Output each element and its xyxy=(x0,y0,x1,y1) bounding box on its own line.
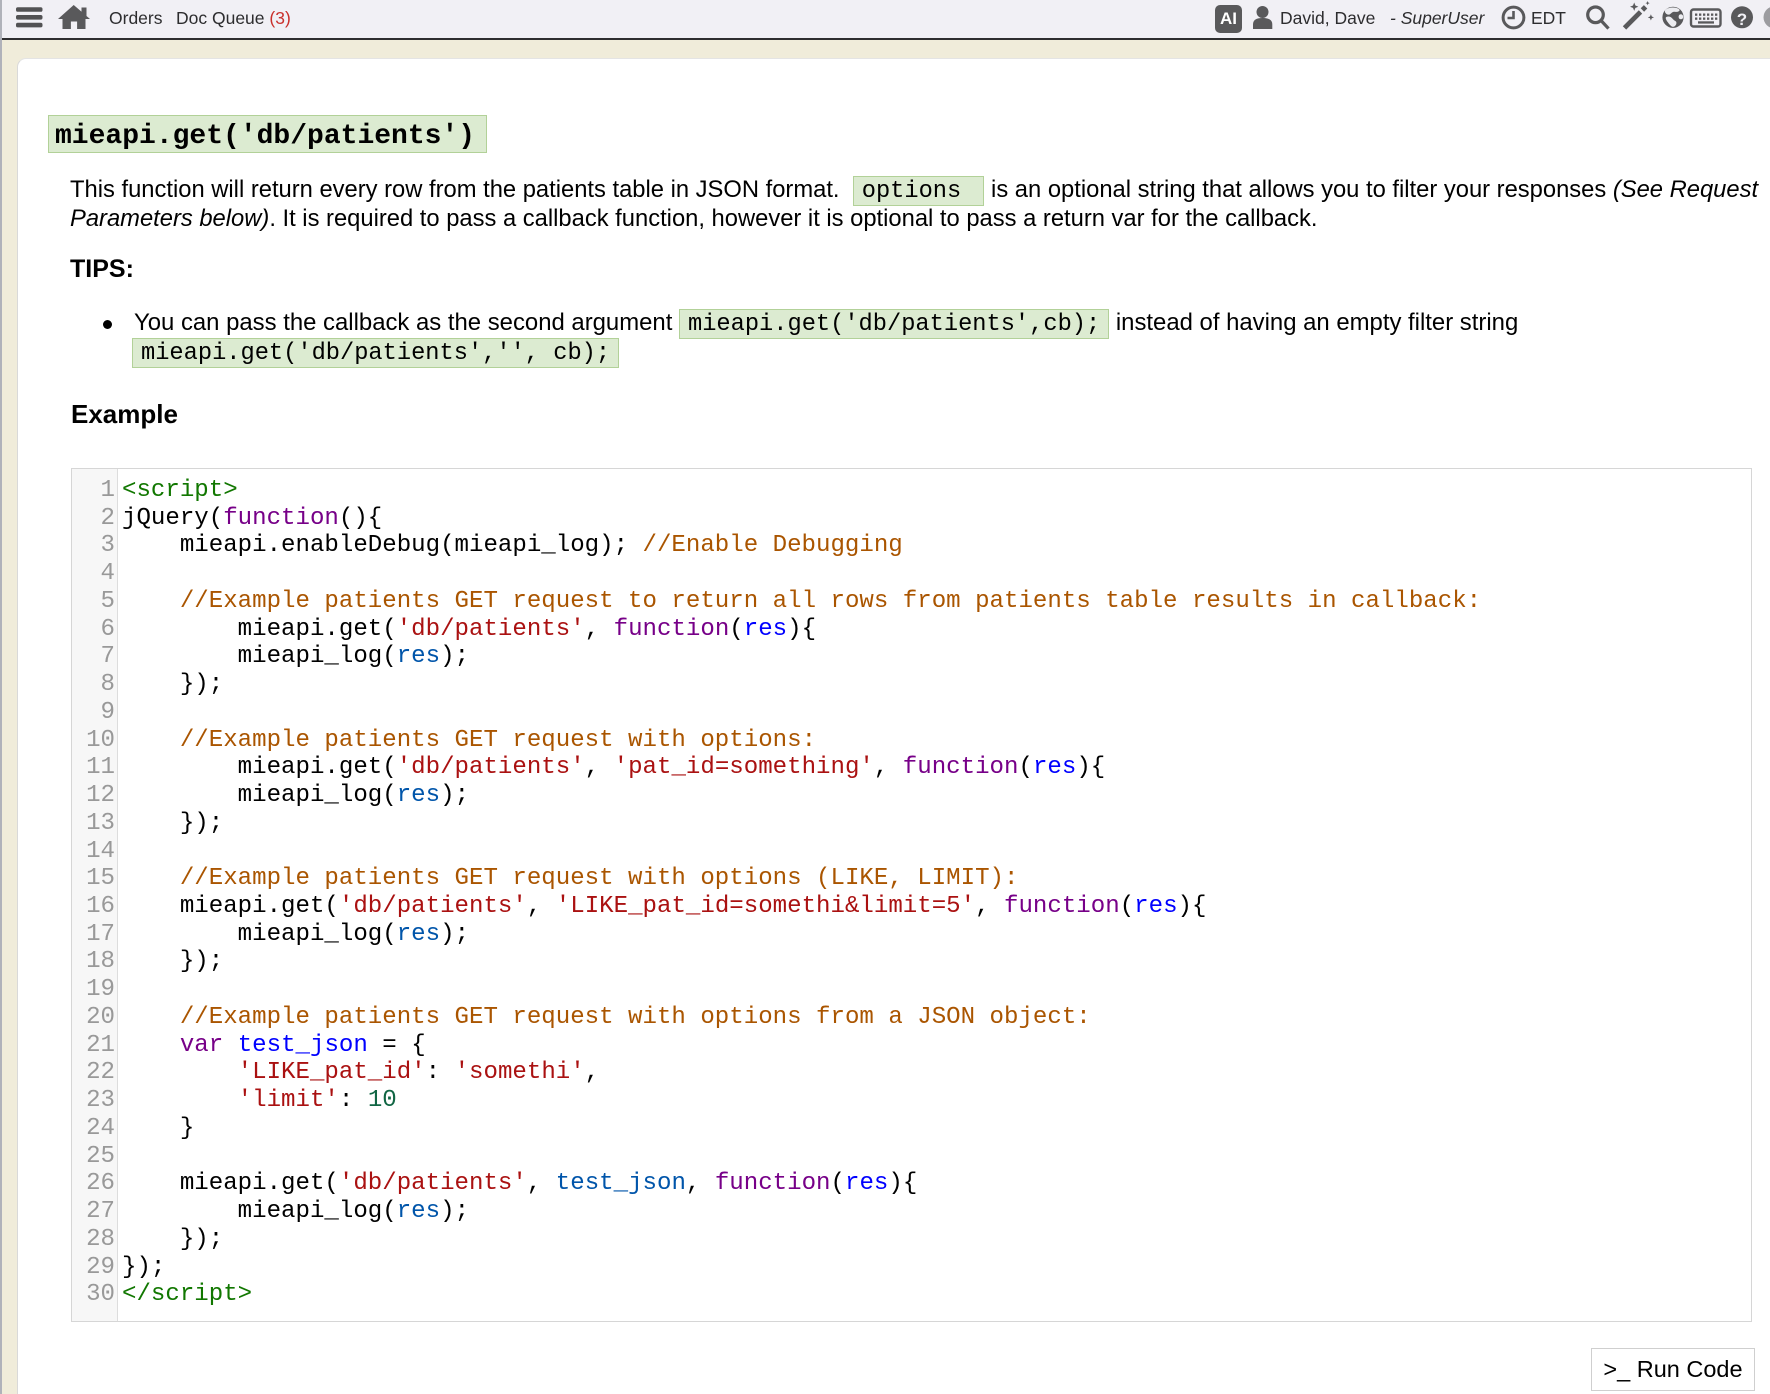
svg-text:?: ? xyxy=(1737,10,1747,29)
